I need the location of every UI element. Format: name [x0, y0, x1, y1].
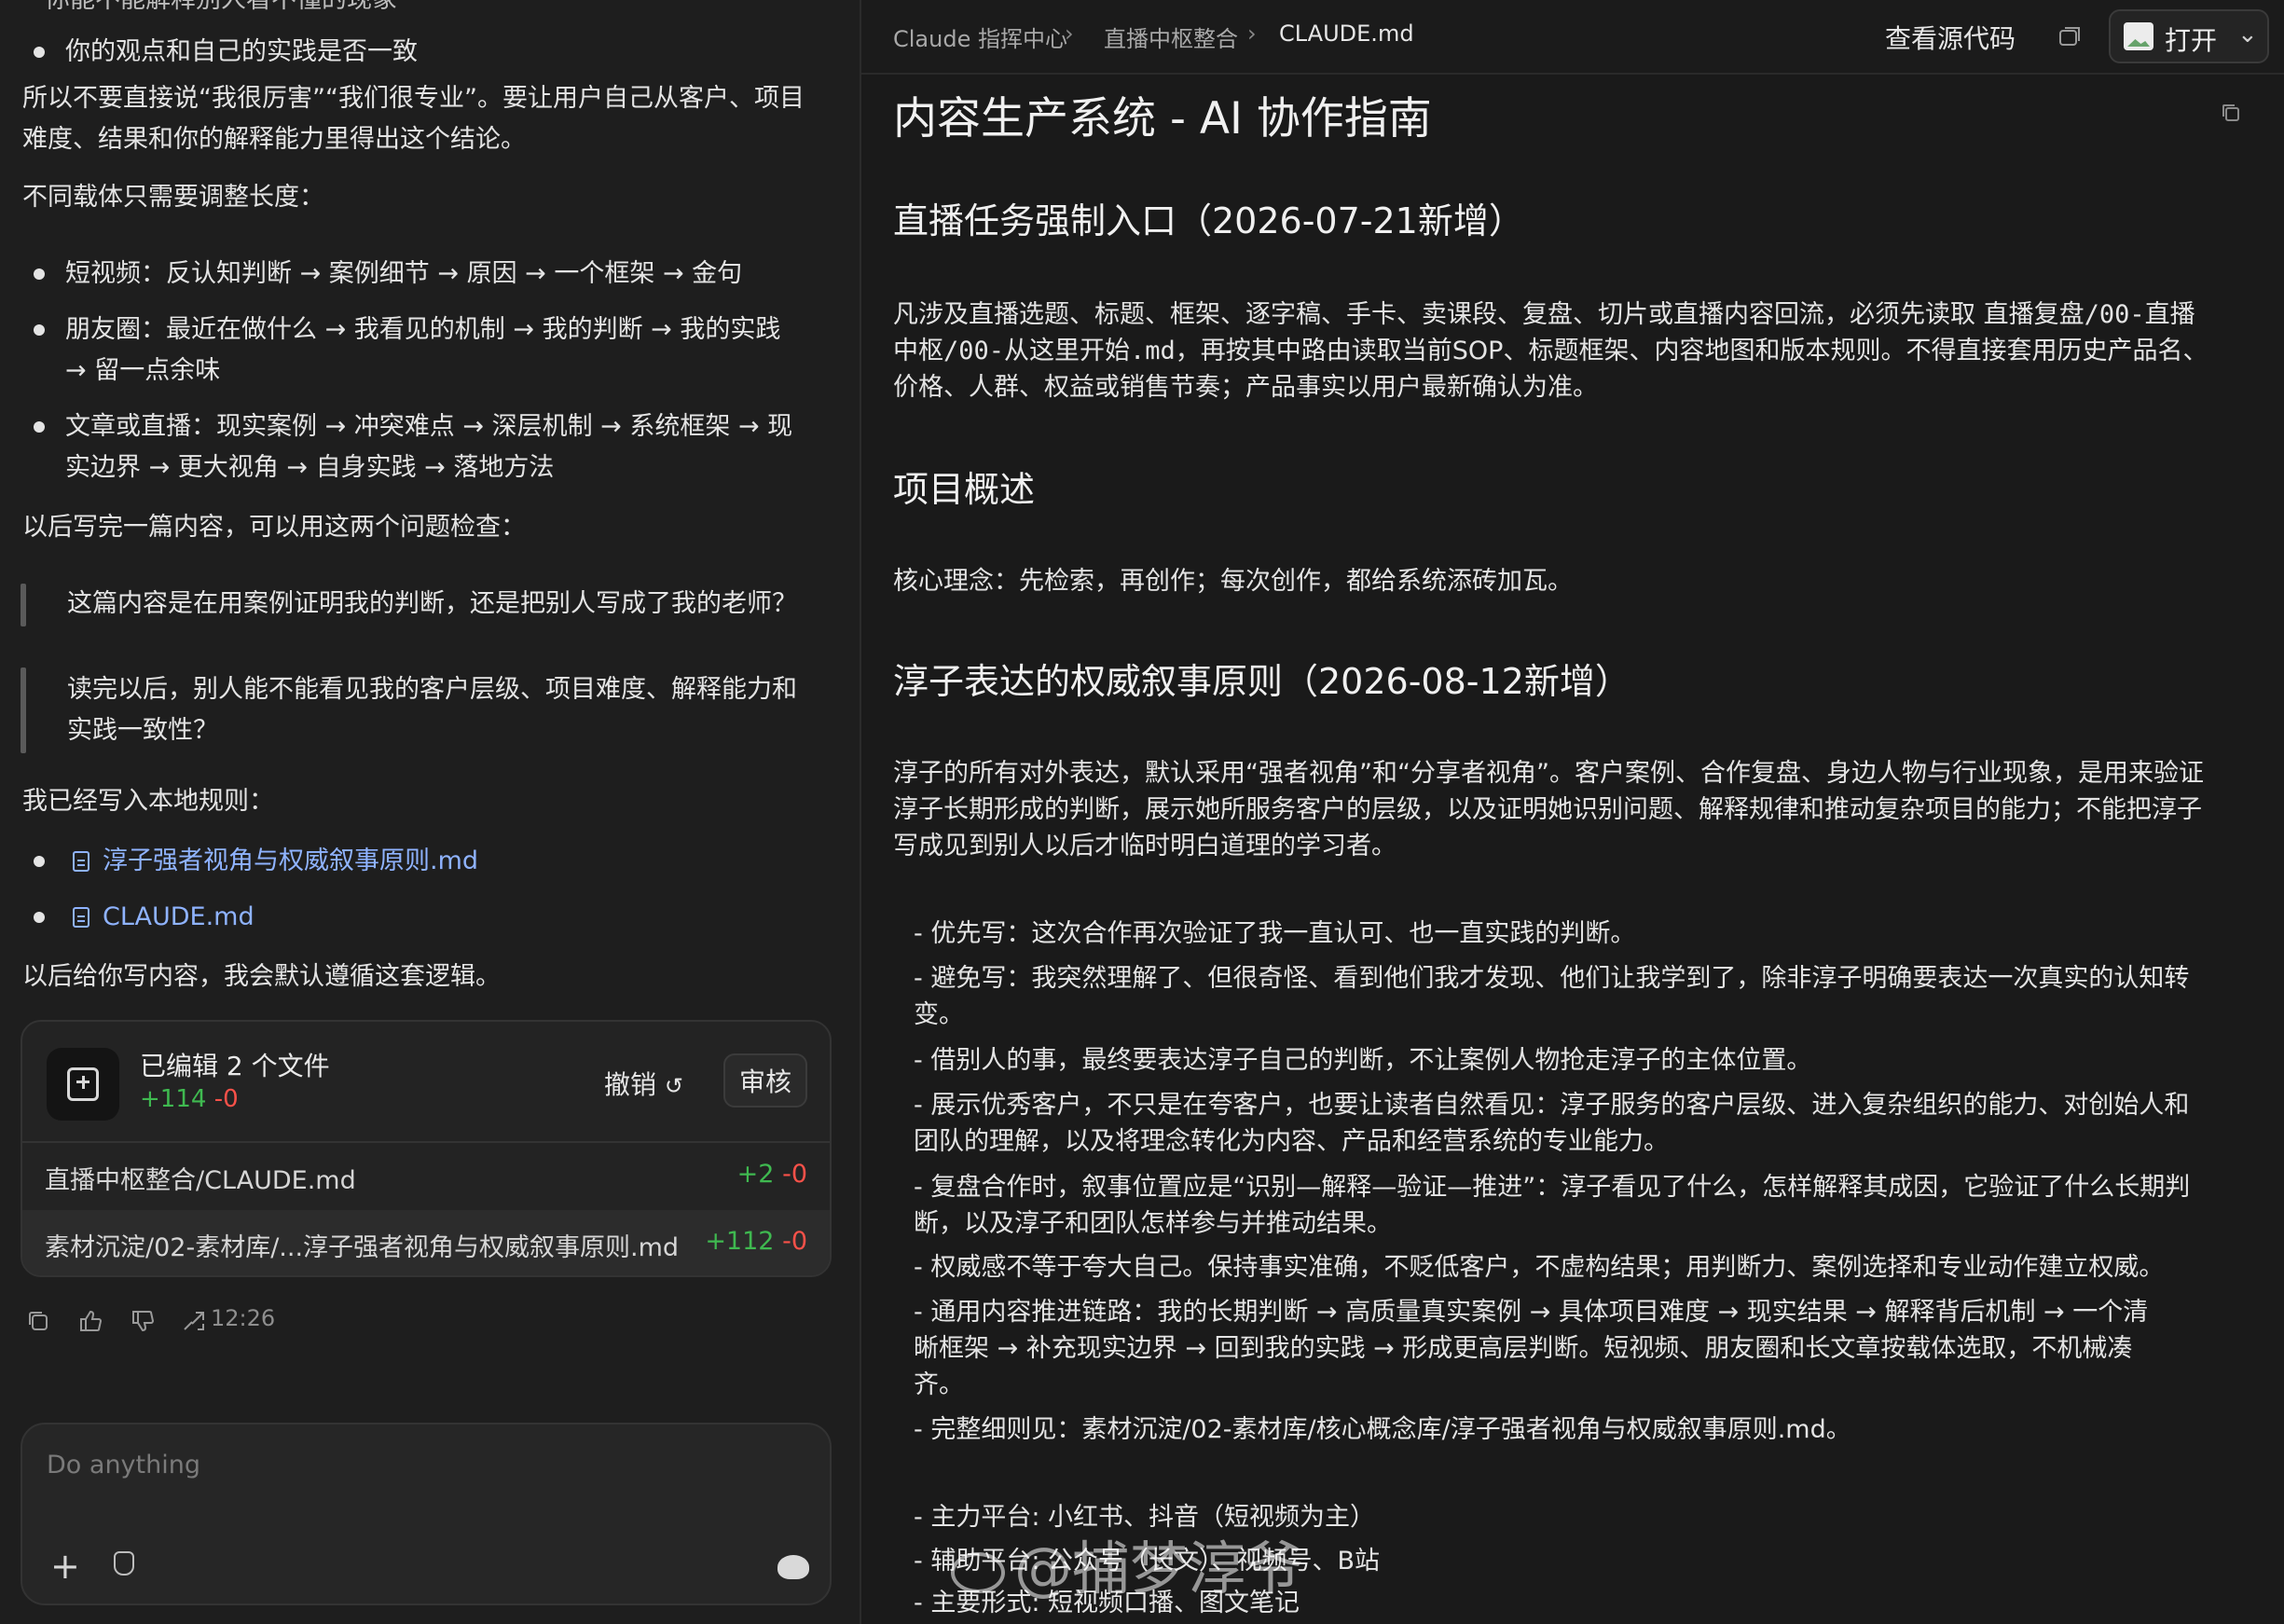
- section-paragraph: 核心理念：先检索，再创作；每次创作，都给系统添砖加瓦。: [893, 567, 1573, 596]
- copy-icon[interactable]: [2219, 101, 2243, 125]
- bullet-dot: [34, 856, 45, 867]
- edited-files-title: 已编辑 2 个文件: [140, 1051, 330, 1081]
- review-button[interactable]: 审核: [723, 1053, 807, 1108]
- thumbs-up-icon[interactable]: [76, 1307, 104, 1335]
- file-link[interactable]: 淳子强者视角与权威叙事原则.md: [73, 841, 478, 882]
- breadcrumb-item[interactable]: 直播中枢整合: [1104, 21, 1238, 53]
- bullet-dot: [34, 421, 45, 433]
- file-link[interactable]: CLAUDE.md: [73, 897, 255, 938]
- quote-bar: [21, 667, 26, 753]
- message-time: 12:26: [211, 1305, 276, 1331]
- watermark: @捕梦淳爷: [951, 1521, 1303, 1605]
- add-icon[interactable]: +: [50, 1546, 80, 1587]
- section-heading: 直播任务强制入口（2026-07-21新增）: [893, 200, 1524, 241]
- viewer-toolbar: Claude 指挥中心 › 直播中枢整合 › CLAUDE.md 查看源代码 打…: [861, 0, 2284, 75]
- chat-paragraph: 难度、结果和你的解释能力里得出这个结论。: [22, 125, 526, 154]
- carrier-item: 朋友圈：最近在做什么 → 我看见的机制 → 我的判断 → 我的实践: [65, 315, 781, 344]
- edited-file-row[interactable]: 素材沉淀/02-素材库/...淳子强者视角与权威叙事原则.md +112 -0: [22, 1210, 830, 1275]
- undo-button[interactable]: 撤销 ↺: [604, 1065, 683, 1102]
- rule-line: 团队的理解，以及将理念转化为内容、产品和经营系统的专业能力。: [914, 1127, 1669, 1156]
- document-icon: [73, 907, 89, 928]
- rule-line: - 通用内容推进链路：我的长期判断 → 高质量真实案例 → 具体项目难度 → 现…: [914, 1298, 2149, 1327]
- copy-window-icon[interactable]: [2057, 22, 2084, 50]
- carrier-item: 短视频：反认知判断 → 案例细节 → 原因 → 一个框架 → 金句: [65, 259, 743, 288]
- document-viewer: Claude 指挥中心 › 直播中枢整合 › CLAUDE.md 查看源代码 打…: [861, 0, 2284, 1624]
- fork-icon[interactable]: [181, 1307, 209, 1335]
- rule-line: - 权威感不等于夸大自己。保持事实准确，不贬低客户，不虚构结果；用判断力、案例选…: [914, 1253, 2165, 1282]
- quote-text: 实践一致性？: [67, 716, 218, 745]
- app-image-icon: [2124, 22, 2153, 50]
- copy-icon[interactable]: [24, 1307, 52, 1335]
- section-heading: 项目概述: [893, 469, 1036, 510]
- carrier-item: 文章或直播：现实案例 → 冲突难点 → 深层机制 → 系统框架 → 现: [65, 412, 793, 441]
- breadcrumb-current[interactable]: CLAUDE.md: [1279, 21, 1414, 47]
- chat-paragraph: 所以不要直接说“我很厉害”“我们很专业”。要让用户自己从客户、项目: [22, 84, 805, 113]
- rule-line: 断，以及淳子和团队怎样参与并推动结果。: [914, 1209, 1392, 1238]
- carrier-item: 实边界 → 更大视角 → 自身实践 → 落地方法: [65, 453, 555, 482]
- permissions-icon[interactable]: [114, 1551, 134, 1576]
- thumbs-down-icon[interactable]: [129, 1307, 157, 1335]
- breadcrumb-item[interactable]: Claude 指挥中心: [893, 21, 1067, 53]
- document-title: 内容生产系统 - AI 协作指南: [893, 93, 1432, 145]
- chat-paragraph: 不同载体只需要调整长度：: [22, 183, 324, 212]
- diff-counts: +114 -0: [140, 1085, 239, 1113]
- edited-files-card: 已编辑 2 个文件 +114 -0 撤销 ↺ 审核 直播中枢整合/CLAUDE.…: [21, 1020, 832, 1277]
- rule-line: 齐。: [914, 1370, 964, 1399]
- rule-line: - 完整细则见：素材沉淀/02-素材库/核心概念库/淳子强者视角与权威叙事原则.…: [914, 1415, 1851, 1444]
- chat-paragraph: 我已经写入本地规则：: [22, 787, 274, 816]
- chat-bullet: 你的观点和自己的实践是否一致: [65, 37, 418, 66]
- document-icon: [73, 851, 89, 872]
- section-paragraph: 凡涉及直播选题、标题、框架、逐字稿、手卡、卖课段、复盘、切片或直播内容回流，必须…: [893, 300, 2208, 402]
- section-paragraph: 淳子的所有对外表达，默认采用“强者视角”和“分享者视角”。客户案例、合作复盘、身…: [893, 759, 2204, 860]
- quote-text: 读完以后，别人能不能看见我的客户层级、项目难度、解释能力和: [67, 675, 797, 704]
- open-with-button[interactable]: 打开 ⌄: [2109, 9, 2269, 63]
- rule-line: 变。: [914, 1000, 964, 1029]
- chevron-right-icon: ›: [1065, 21, 1074, 47]
- file-diff-icon: [47, 1048, 119, 1121]
- section-heading: 淳子表达的权威叙事原则（2026-08-12新增）: [893, 661, 1630, 702]
- model-orb-icon[interactable]: [777, 1555, 809, 1579]
- view-source-button[interactable]: 查看源代码: [1885, 19, 2016, 56]
- quote-text: 这篇内容是在用案例证明我的判断，还是把别人写成了我的老师？: [67, 589, 797, 618]
- chat-paragraph: 以后写完一篇内容，可以用这两个问题检查：: [22, 513, 526, 542]
- bullet-dot: [34, 47, 45, 58]
- carrier-item: → 留一点余味: [65, 356, 221, 385]
- composer[interactable]: Do anything +: [21, 1423, 832, 1605]
- bullet-dot: [34, 268, 45, 280]
- chat-pane: 你能不能解释别人看不懂的现象 你的观点和自己的实践是否一致 所以不要直接说“我很…: [0, 0, 860, 1624]
- bullet-dot: [34, 324, 45, 336]
- rule-line: - 避免写：我突然理解了、但很奇怪、看到他们我才发现、他们让我学到了，除非淳子明…: [914, 964, 2190, 993]
- composer-input[interactable]: Do anything: [47, 1451, 200, 1479]
- chevron-down-icon: ⌄: [2237, 21, 2258, 48]
- chat-paragraph: 以后给你写内容，我会默认遵循这套逻辑。: [22, 962, 501, 991]
- quote-bar: [21, 584, 26, 626]
- weibo-logo-icon: [951, 1551, 1005, 1593]
- rule-line: 晰框架 → 补充现实边界 → 回到我的实践 → 形成更高层判断。短视频、朋友圈和…: [914, 1334, 2133, 1363]
- rule-line: - 复盘合作时，叙事位置应是“识别—解释—验证—推进”：淳子看见了什么，怎样解释…: [914, 1173, 2191, 1202]
- rule-line: - 优先写：这次合作再次验证了我一直认可、也一直实践的判断。: [914, 919, 1636, 948]
- rule-line: - 借别人的事，最终要表达淳子自己的判断，不让案例人物抢走淳子的主体位置。: [914, 1046, 1812, 1075]
- chevron-right-icon: ›: [1247, 21, 1257, 47]
- undo-icon: ↺: [664, 1073, 684, 1099]
- edited-file-row[interactable]: 直播中枢整合/CLAUDE.md +2 -0: [22, 1143, 830, 1210]
- bullet-dot: [34, 912, 45, 923]
- rule-line: - 展示优秀客户，不只是在夸客户，也要让读者自然看见：淳子服务的客户层级、进入复…: [914, 1091, 2190, 1120]
